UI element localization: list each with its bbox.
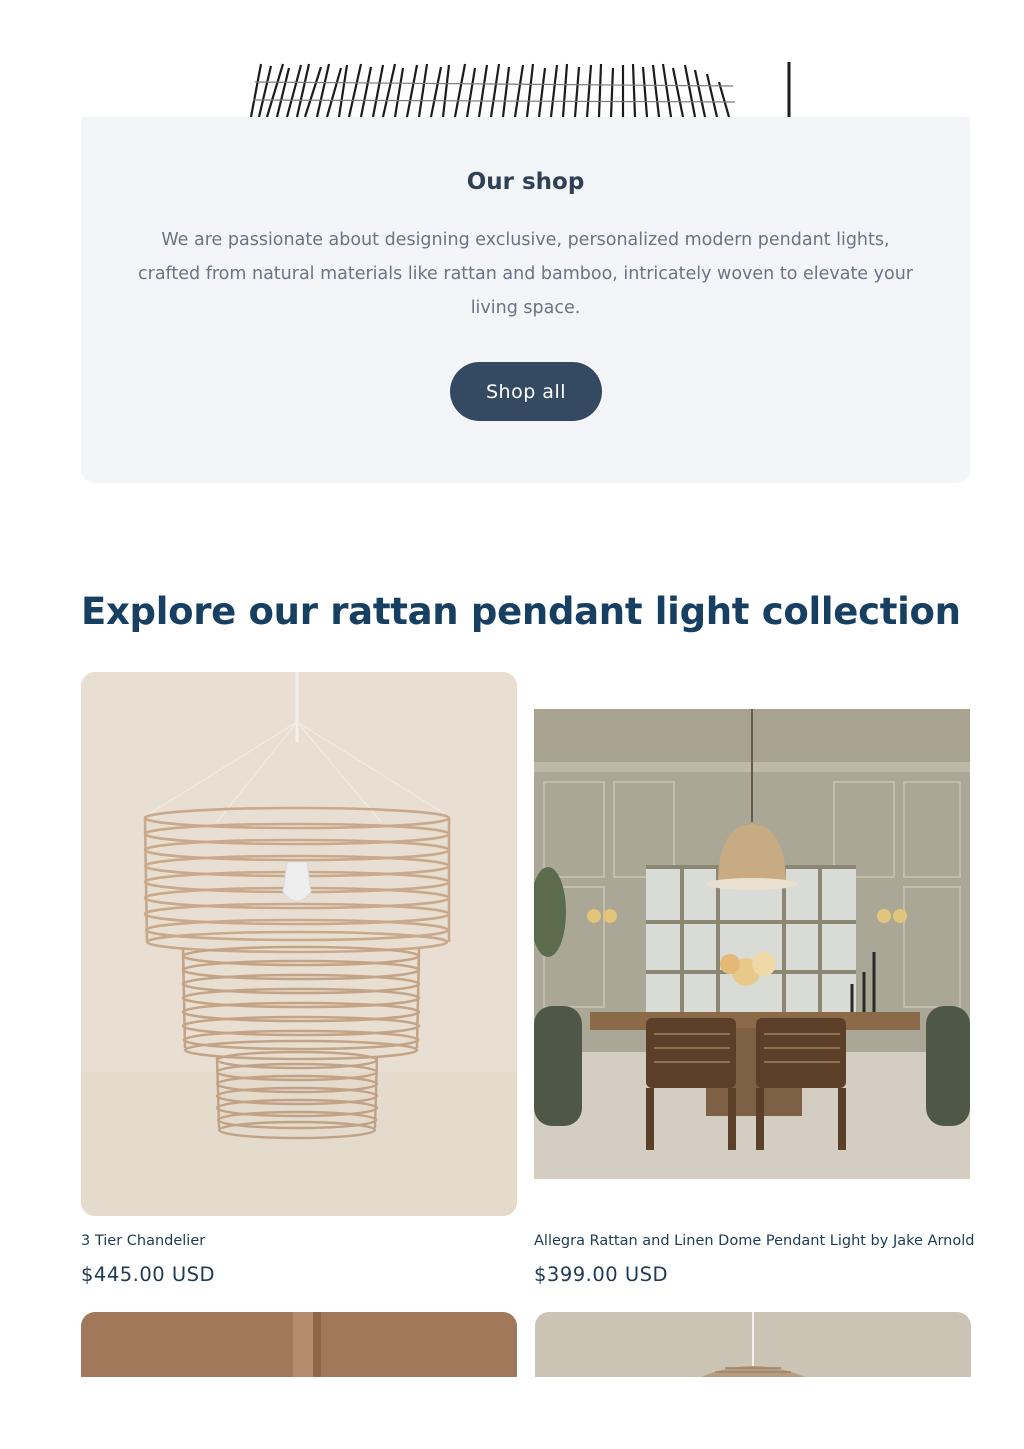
product-price: $399.00 USD — [534, 1263, 669, 1286]
our-shop-title: Our shop — [466, 169, 585, 195]
product-image-partial-right[interactable] — [535, 1312, 971, 1377]
collection-title: Explore our rattan pendant light collect… — [81, 590, 961, 633]
product-name[interactable]: Allegra Rattan and Linen Dome Pendant Li… — [534, 1233, 974, 1249]
shop-all-button[interactable]: Shop all — [450, 362, 602, 421]
product-image-dining-room[interactable] — [534, 672, 970, 1216]
banner-image — [243, 62, 793, 117]
product-name[interactable]: 3 Tier Chandelier — [81, 1233, 205, 1249]
our-shop-description: We are passionate about designing exclus… — [138, 230, 913, 318]
product-price: $445.00 USD — [81, 1263, 216, 1286]
product-image-chandelier[interactable] — [81, 672, 517, 1216]
our-shop-section: Our shop We are passionate about designi… — [81, 117, 970, 483]
product-image-partial-left[interactable] — [81, 1312, 517, 1377]
